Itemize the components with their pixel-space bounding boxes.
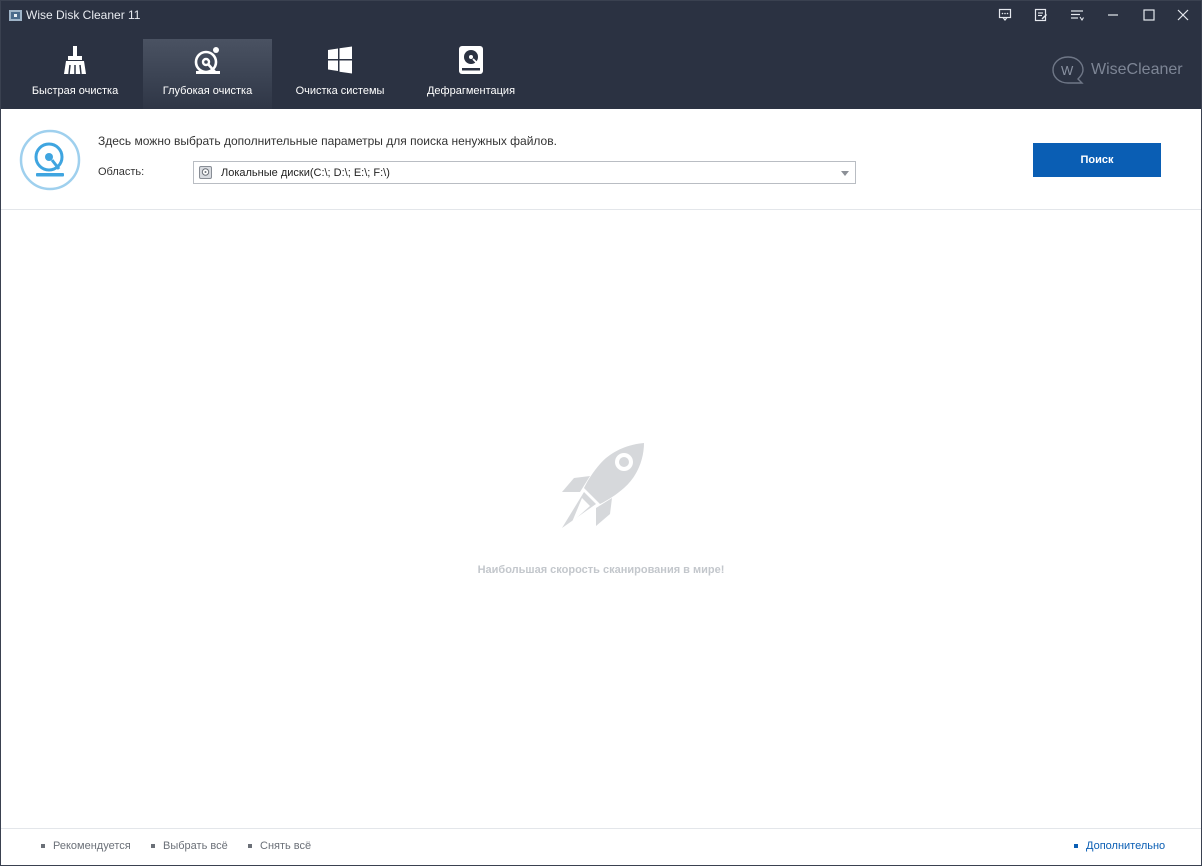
select-all-label: Выбрать всё	[163, 840, 228, 852]
hard-drive-icon	[458, 45, 484, 75]
maximize-button[interactable]	[1131, 1, 1167, 29]
brand-name: WiseCleaner	[1091, 61, 1183, 78]
maximize-icon	[1143, 9, 1155, 21]
scan-button[interactable]: Поиск	[1033, 143, 1161, 177]
app-logo-icon	[9, 10, 22, 21]
tab-label: Очистка системы	[295, 85, 385, 97]
chevron-down-icon	[841, 171, 849, 176]
close-button[interactable]	[1165, 1, 1201, 29]
local-disk-icon	[199, 166, 212, 179]
bullet-icon	[248, 844, 252, 848]
wisecleaner-logo-icon: W	[1052, 56, 1084, 84]
main-toolbar: Быстрая очистка Глубокая очистка Очистка…	[1, 31, 1201, 109]
recommended-label: Рекомендуется	[53, 840, 131, 852]
wisecleaner-logo[interactable]: W WiseCleaner	[1051, 55, 1183, 85]
minimize-button[interactable]	[1095, 1, 1131, 29]
deselect-all-label: Снять всё	[260, 840, 312, 852]
recommended-link[interactable]: Рекомендуется	[41, 840, 131, 852]
menu-icon	[1071, 10, 1084, 22]
feedback-icon	[998, 8, 1012, 21]
area-select[interactable]: Локальные диски(C:\; D:\; E:\; F:\)	[193, 161, 856, 184]
bullet-icon	[41, 844, 45, 848]
deep-scan-disk-icon	[19, 129, 81, 191]
more-label: Дополнительно	[1086, 840, 1166, 852]
area-label: Область:	[98, 166, 145, 178]
options-description: Здесь можно выбрать дополнительные парам…	[98, 134, 557, 148]
window-title: Wise Disk Cleaner 11	[26, 8, 141, 22]
results-area: Наибольшая скорость сканирования в мире!	[1, 210, 1201, 828]
more-link[interactable]: Дополнительно	[1074, 840, 1165, 852]
tab-label: Глубокая очистка	[162, 85, 253, 97]
tab-defrag[interactable]: Дефрагментация	[413, 39, 529, 109]
footer-bar: Рекомендуется Выбрать всё Снять всё Допо…	[1, 828, 1201, 865]
bullet-icon	[1074, 844, 1078, 848]
tab-system-clean[interactable]: Очистка системы	[282, 39, 398, 109]
menu-button[interactable]	[1059, 1, 1095, 29]
tab-label: Быстрая очистка	[31, 85, 119, 97]
app-window: Wise Disk Cleaner 11 Быстрая очистка Глу…	[0, 0, 1202, 866]
notes-button[interactable]	[1023, 1, 1059, 29]
windows-icon	[327, 45, 353, 75]
close-icon	[1177, 9, 1189, 21]
select-all-link[interactable]: Выбрать всё	[151, 840, 228, 852]
area-select-value: Локальные диски(C:\; D:\; E:\; F:\)	[221, 167, 390, 179]
bullet-icon	[151, 844, 155, 848]
feedback-button[interactable]	[987, 1, 1023, 29]
title-bar: Wise Disk Cleaner 11	[1, 1, 1201, 31]
deep-clean-icon	[194, 45, 222, 75]
brand-letter: W	[1061, 63, 1074, 78]
deselect-all-link[interactable]: Снять всё	[248, 840, 311, 852]
slogan-text: Наибольшая скорость сканирования в мире!	[477, 564, 725, 576]
minimize-icon	[1108, 14, 1118, 16]
tab-label: Дефрагментация	[426, 85, 516, 97]
notes-icon	[1034, 8, 1047, 22]
broom-icon	[62, 45, 88, 75]
scan-options-panel: Здесь можно выбрать дополнительные парам…	[1, 109, 1201, 210]
rocket-icon	[562, 443, 644, 528]
tab-quick-clean[interactable]: Быстрая очистка	[13, 39, 137, 109]
tab-deep-clean[interactable]: Глубокая очистка	[143, 39, 272, 109]
